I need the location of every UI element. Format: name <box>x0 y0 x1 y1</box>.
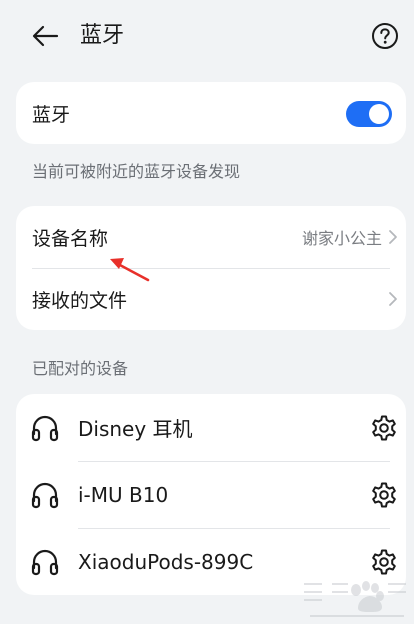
device-name-label: 设备名称 <box>32 227 109 250</box>
paired-devices-card: Disney 耳机 i-MU B10 XiaoduPods-899C <box>16 394 406 595</box>
gear-icon[interactable] <box>370 414 398 442</box>
baidu-watermark-logo <box>304 581 406 617</box>
gear-icon[interactable] <box>370 481 398 509</box>
bluetooth-toggle[interactable] <box>346 101 392 127</box>
bluetooth-row: 蓝牙 <box>16 82 406 144</box>
visibility-caption: 当前可被附近的蓝牙设备发现 <box>32 162 241 181</box>
help-button[interactable] <box>370 21 400 51</box>
headphones-icon <box>31 482 59 509</box>
bluetooth-label: 蓝牙 <box>32 103 71 126</box>
chevron-right-icon <box>388 268 398 330</box>
device-name: XiaoduPods-899C <box>78 549 254 574</box>
headphones-icon <box>31 415 59 442</box>
device-settings-card: 设备名称 谢家小公主 接收的文件 <box>16 206 406 330</box>
paired-devices-caption: 已配对的设备 <box>32 359 129 378</box>
bluetooth-card: 蓝牙 <box>16 82 406 144</box>
received-files-label: 接收的文件 <box>32 289 128 312</box>
received-files-row[interactable]: 接收的文件 <box>16 268 406 330</box>
back-arrow-icon <box>32 25 59 47</box>
app-header: 蓝牙 <box>0 0 414 72</box>
device-name: Disney 耳机 <box>78 417 193 441</box>
gear-icon[interactable] <box>370 548 398 576</box>
paired-device-row[interactable]: Disney 耳机 <box>16 394 406 461</box>
device-name-value: 谢家小公主 <box>301 229 382 248</box>
headphones-icon <box>31 549 59 576</box>
back-button[interactable] <box>28 20 62 52</box>
paired-device-row[interactable]: i-MU B10 <box>16 461 406 528</box>
page-title: 蓝牙 <box>80 23 125 48</box>
toggle-knob <box>369 104 389 124</box>
device-name-row[interactable]: 设备名称 谢家小公主 <box>16 206 406 268</box>
chevron-right-icon <box>388 206 398 268</box>
device-name: i-MU B10 <box>78 482 169 507</box>
help-icon <box>372 23 398 49</box>
